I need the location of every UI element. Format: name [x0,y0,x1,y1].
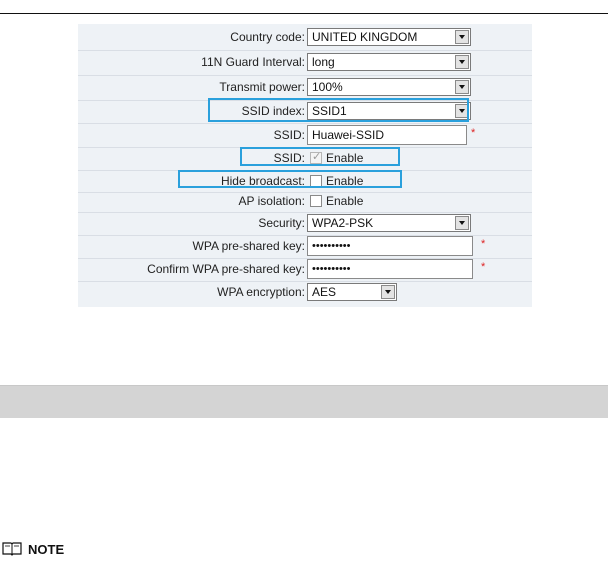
ssid-index-highlight [208,98,469,122]
transmit-power-select[interactable]: 100% [307,78,471,96]
required-mark: * [481,261,486,273]
wpa-encryption-label: WPA encryption: [217,285,305,299]
wpa-encryption-select[interactable]: AES [307,283,397,301]
section-band [0,385,608,418]
divider [78,123,532,124]
guard-interval-label: 11N Guard Interval: [201,55,305,69]
ap-isolation-row: AP isolation: Enable [78,191,532,213]
transmit-power-label: Transmit power: [219,80,305,94]
hide-broadcast-highlight [178,170,402,188]
ssid-input[interactable]: Huawei-SSID [307,125,467,145]
ssid-row: SSID: Huawei-SSID * [78,125,532,147]
wpa-key-input[interactable]: •••••••••• [307,236,473,256]
wpa-key-confirm-label: Confirm WPA pre-shared key: [147,262,305,276]
ap-isolation-label: AP isolation: [238,194,306,208]
ssid-label: SSID: [273,128,305,142]
guard-interval-value: long [312,55,335,69]
wpa-encryption-value: AES [312,285,337,299]
security-value: WPA2-PSK [312,216,374,230]
ssid-value: Huawei-SSID [312,128,385,142]
chevron-down-icon[interactable] [455,80,469,94]
country-code-label: Country code: [230,30,305,44]
chevron-down-icon[interactable] [381,285,395,299]
required-mark: * [471,127,476,139]
ap-isolation-text: Enable [326,194,364,208]
wpa-key-confirm-row: Confirm WPA pre-shared key: •••••••••• * [78,259,532,281]
wpa-key-label: WPA pre-shared key: [192,239,306,253]
security-select[interactable]: WPA2-PSK [307,214,471,232]
wpa-key-confirm-input[interactable]: •••••••••• [307,259,473,279]
transmit-power-value: 100% [312,80,343,94]
country-code-value: UNITED KINGDOM [312,30,418,44]
ssid-enable-highlight [240,147,400,166]
header-rule [0,13,608,14]
wpa-key-value: •••••••••• [312,240,351,252]
divider [78,75,532,76]
ap-isolation-checkbox[interactable] [310,195,322,207]
transmit-power-row: Transmit power: 100% [78,77,532,99]
security-row: Security: WPA2-PSK [78,213,532,235]
chevron-down-icon[interactable] [455,55,469,69]
divider [78,50,532,51]
guard-interval-row: 11N Guard Interval: long [78,52,532,74]
chevron-down-icon[interactable] [455,216,469,230]
book-icon [2,542,22,556]
wpa-key-confirm-value: •••••••••• [312,263,351,275]
wpa-key-row: WPA pre-shared key: •••••••••• * [78,236,532,258]
guard-interval-select[interactable]: long [307,53,471,71]
country-code-select[interactable]: UNITED KINGDOM [307,28,471,46]
country-code-row: Country code: UNITED KINGDOM [78,27,532,49]
required-mark: * [481,238,486,250]
security-label: Security: [258,216,305,230]
wpa-encryption-row: WPA encryption: AES [78,282,532,304]
chevron-down-icon[interactable] [455,30,469,44]
note-heading: NOTE [28,542,65,557]
wlan-settings-panel: Country code: UNITED KINGDOM 11N Guard I… [78,24,532,307]
